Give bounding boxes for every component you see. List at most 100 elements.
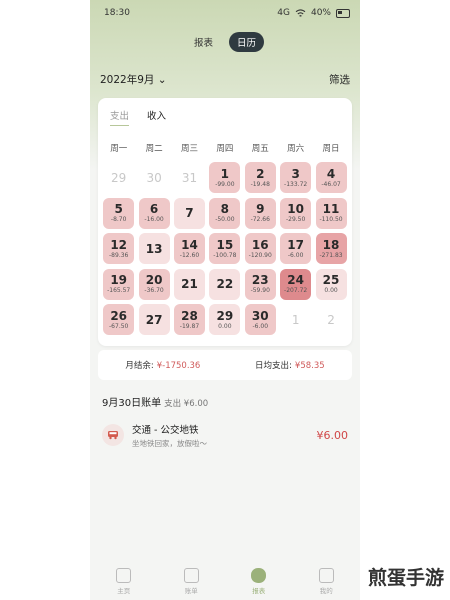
day-number: 13 bbox=[145, 241, 163, 256]
day-amount: -29.50 bbox=[285, 216, 306, 224]
calendar-day[interactable]: 6 -16.00 bbox=[136, 196, 171, 232]
calendar-day[interactable]: 12 -89.36 bbox=[101, 231, 136, 267]
day-number: 27 bbox=[145, 312, 163, 327]
calendar-grid: 29 30 31 1 -99.00 2 -19.48 3 -133.72 4 -46.07 5 -8.7… bbox=[101, 160, 349, 338]
day-number: 4 bbox=[326, 166, 336, 181]
weekday-label: 周二 bbox=[145, 144, 163, 154]
day-number: 2 bbox=[256, 166, 265, 181]
tab-home-label: 主页 bbox=[117, 586, 131, 595]
day-number: 5 bbox=[114, 202, 123, 217]
calendar-day[interactable]: 1 -99.00 bbox=[207, 160, 242, 196]
bill-item[interactable]: 交通 - 公交地铁 坐地铁回家，放假啦～ ¥6.00 bbox=[98, 416, 352, 454]
calendar-day[interactable]: 15 -100.78 bbox=[207, 231, 242, 267]
wifi-icon bbox=[295, 8, 306, 17]
battery-text: 40% bbox=[310, 8, 331, 18]
day-amount: -165.57 bbox=[107, 287, 131, 295]
calendar-day[interactable]: 13 bbox=[136, 231, 171, 267]
month-selector[interactable]: 2022年9月 ⌄ bbox=[100, 72, 167, 87]
day-box: 2 bbox=[316, 304, 347, 335]
calendar-day[interactable]: 22 bbox=[207, 267, 242, 303]
report-tab[interactable]: 报表 bbox=[186, 32, 221, 52]
bill-title: 9月30日账单 支出 ¥6.00 bbox=[102, 394, 208, 409]
tab-income[interactable]: 收入 bbox=[147, 108, 166, 126]
calendar-day[interactable]: 18 -271.83 bbox=[313, 231, 348, 267]
day-box: 30 -6.00 bbox=[244, 304, 276, 336]
day-amount: -89.36 bbox=[109, 251, 129, 259]
calendar-day[interactable]: 7 bbox=[172, 196, 207, 232]
filter-button[interactable]: 筛选 bbox=[329, 72, 350, 87]
day-amount: -12.60 bbox=[179, 251, 200, 259]
calendar-day[interactable]: 9 -72.66 bbox=[243, 196, 278, 232]
day-box: 31 bbox=[174, 162, 205, 193]
calendar-day[interactable]: 16 -120.90 bbox=[243, 231, 278, 267]
calendar-day[interactable]: 1 bbox=[278, 302, 313, 338]
bottom-tabbar: 主页 账单 报表 我的 bbox=[90, 562, 360, 600]
day-number: 29 bbox=[111, 170, 127, 185]
calendar-day[interactable]: 23 -59.90 bbox=[243, 267, 278, 303]
calendar-day[interactable]: 5 -8.70 bbox=[101, 196, 136, 232]
day-box: 5 -8.70 bbox=[103, 197, 135, 229]
day-box: 16 -120.90 bbox=[244, 233, 276, 265]
weekday-label: 周五 bbox=[251, 144, 269, 154]
bill-item-text: 交通 - 公交地铁 坐地铁回家，放假啦～ bbox=[132, 422, 317, 449]
calendar-day[interactable]: 30 -6.00 bbox=[243, 302, 278, 338]
day-number: 19 bbox=[110, 273, 128, 288]
calendar-day[interactable]: 3 -133.72 bbox=[278, 160, 313, 196]
calendar-day[interactable]: 19 -165.57 bbox=[101, 267, 136, 303]
day-box: 1 bbox=[280, 304, 311, 335]
day-number: 9 bbox=[256, 202, 265, 217]
calendar-day[interactable]: 30 bbox=[136, 160, 171, 196]
tab-report[interactable]: 报表 bbox=[251, 567, 267, 595]
calendar-day[interactable]: 2 bbox=[313, 302, 348, 338]
calendar-day[interactable]: 14 -12.60 bbox=[172, 231, 207, 267]
day-box: 23 -59.90 bbox=[244, 268, 276, 300]
calendar-day[interactable]: 28 -19.87 bbox=[172, 302, 207, 338]
calendar-day[interactable]: 29 0.00 bbox=[207, 302, 242, 338]
day-number: 2 bbox=[327, 312, 335, 327]
weekday-label: 周四 bbox=[216, 144, 234, 154]
bill-item-amount: ¥6.00 bbox=[316, 428, 349, 442]
day-box: 14 -12.60 bbox=[173, 233, 205, 265]
chevron-down-icon: ⌄ bbox=[157, 74, 167, 86]
monthly-balance-label: 月结余: bbox=[125, 361, 154, 371]
calendar-day[interactable]: 26 -67.50 bbox=[101, 302, 136, 338]
calendar-day[interactable]: 27 bbox=[136, 302, 171, 338]
day-amount: -19.87 bbox=[179, 322, 200, 330]
calendar-day[interactable]: 10 -29.50 bbox=[278, 196, 313, 232]
day-amount: -207.72 bbox=[284, 287, 308, 295]
calendar-day[interactable]: 8 -50.00 bbox=[207, 196, 242, 232]
day-amount: -133.72 bbox=[284, 180, 308, 188]
calendar-day[interactable]: 2 -19.48 bbox=[243, 160, 278, 196]
calendar-day[interactable]: 11 -110.50 bbox=[313, 196, 348, 232]
tab-mine[interactable]: 我的 bbox=[318, 567, 334, 595]
view-switch: 报表 日历 bbox=[90, 32, 360, 52]
day-amount: -6.00 bbox=[252, 322, 269, 330]
calendar-day[interactable]: 24 -207.72 bbox=[278, 267, 313, 303]
day-box: 22 bbox=[209, 268, 241, 300]
calendar-day[interactable]: 29 bbox=[101, 160, 136, 196]
calendar-day[interactable]: 31 bbox=[172, 160, 207, 196]
day-number: 22 bbox=[216, 277, 234, 292]
day-box: 4 -46.07 bbox=[315, 162, 347, 194]
calendar-day[interactable]: 4 -46.07 bbox=[313, 160, 348, 196]
watermark-text: 煎蛋手游 bbox=[367, 567, 444, 589]
day-number: 30 bbox=[146, 170, 162, 185]
day-amount: -72.66 bbox=[250, 216, 270, 224]
day-number: 12 bbox=[110, 237, 128, 252]
bus-icon bbox=[102, 424, 124, 446]
tab-bills[interactable]: 账单 bbox=[183, 567, 199, 595]
calendar-day[interactable]: 20 -36.70 bbox=[136, 267, 171, 303]
calendar-day[interactable]: 21 bbox=[172, 267, 207, 303]
bill-total: 支出 ¥6.00 bbox=[164, 399, 209, 409]
status-bar: 18:30 4G 40% bbox=[104, 6, 350, 20]
day-box: 8 -50.00 bbox=[209, 197, 241, 229]
day-number: 8 bbox=[220, 202, 230, 217]
tab-expense[interactable]: 支出 bbox=[110, 108, 130, 126]
tab-home[interactable]: 主页 bbox=[116, 567, 132, 595]
calendar-tab[interactable]: 日历 bbox=[229, 32, 265, 52]
calendar-day[interactable]: 25 0.00 bbox=[313, 267, 348, 303]
weekday-label: 周三 bbox=[180, 144, 198, 154]
day-number: 31 bbox=[181, 170, 198, 185]
calendar-day[interactable]: 17 -6.00 bbox=[278, 231, 313, 267]
day-amount: -8.70 bbox=[110, 216, 127, 224]
